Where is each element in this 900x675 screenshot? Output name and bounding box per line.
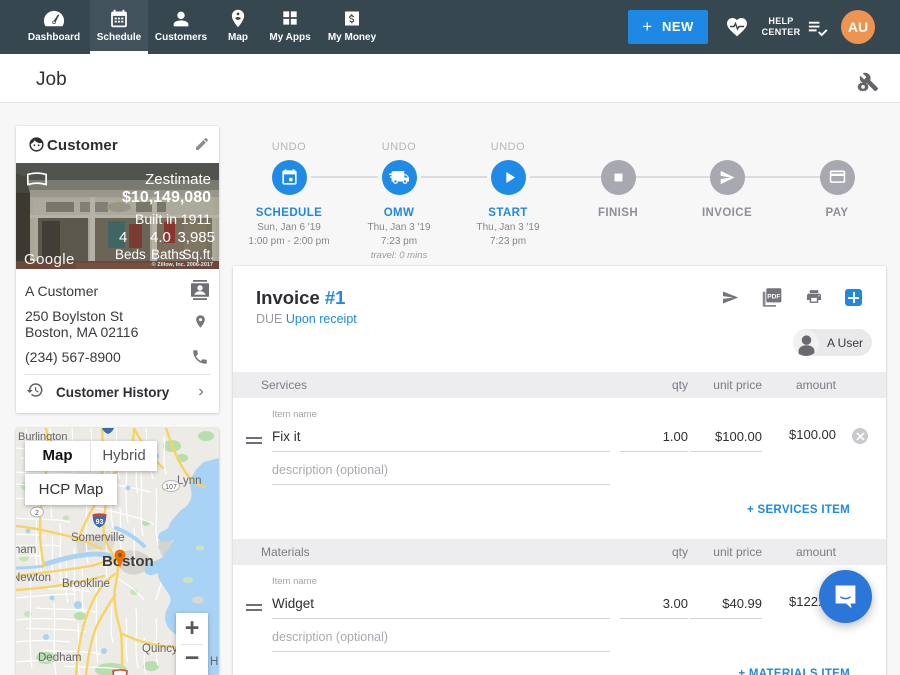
svg-text:Somerville: Somerville [71, 532, 125, 544]
svg-text:PDF: PDF [767, 293, 780, 300]
svg-text:93: 93 [96, 519, 104, 526]
svg-text:2: 2 [35, 510, 39, 517]
svg-text:Boston: Boston [102, 553, 154, 570]
svg-text:Quincy: Quincy [142, 643, 178, 655]
svg-text:Newton: Newton [16, 572, 51, 584]
svg-text:Dedham: Dedham [38, 652, 81, 664]
svg-text:107: 107 [165, 484, 177, 491]
svg-text:Hi: Hi [210, 656, 219, 668]
svg-text:Lynn: Lynn [177, 475, 202, 487]
svg-text:Brookline: Brookline [62, 578, 110, 590]
svg-text:ham: ham [16, 544, 36, 556]
